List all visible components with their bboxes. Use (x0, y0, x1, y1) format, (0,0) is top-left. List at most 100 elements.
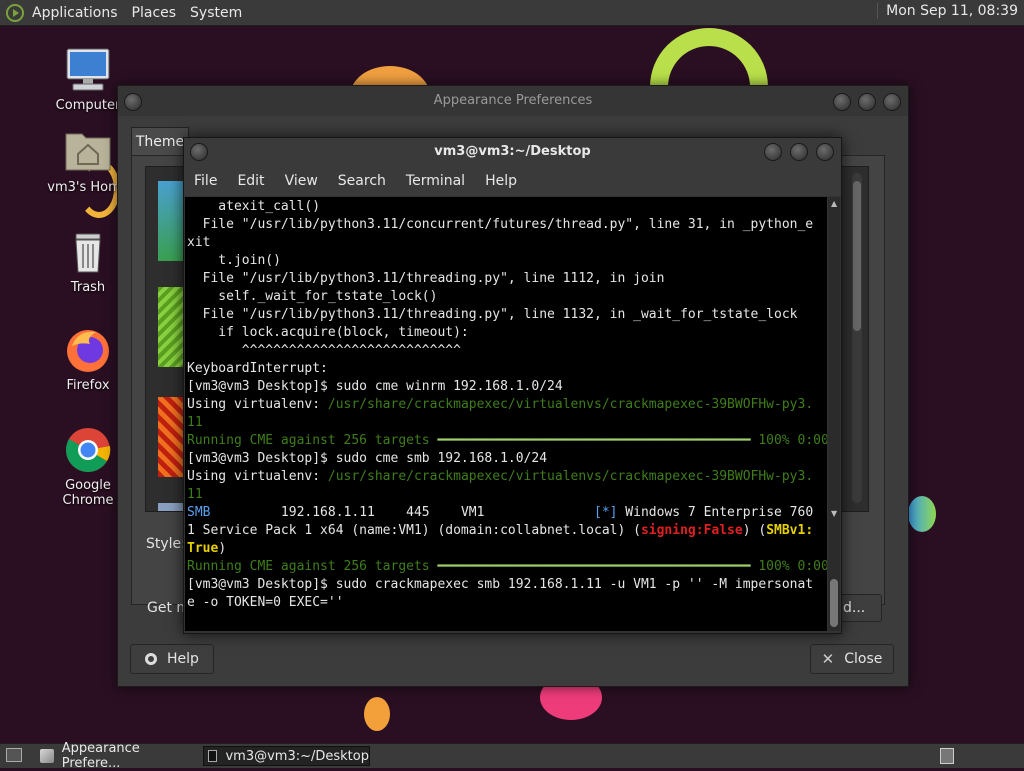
terminal-text-segment: 100% 0:00:00 (758, 433, 827, 448)
terminal-text-segment: /usr/share/crackmapexec/virtualenvs/crac… (327, 469, 814, 484)
minimize-button[interactable] (764, 143, 782, 161)
style-label: Style: (146, 536, 186, 552)
terminal-text-segment: Using virtualenv: (187, 397, 328, 412)
terminal-text-segment: SMBv1: (766, 523, 814, 538)
terminal-line: e -o TOKEN=0 EXEC='' (187, 594, 827, 612)
terminal-text-segment: Running CME against 256 targets (187, 559, 438, 574)
terminal-text-segment: ) ( (742, 523, 767, 538)
terminal-output[interactable]: atexit_call() File "/usr/lib/python3.11/… (185, 197, 827, 631)
bottom-panel: Appearance Prefere... vm3@vm3:~/Desktop (0, 741, 1024, 771)
menu-file[interactable]: File (194, 173, 217, 189)
scrollbar-thumb[interactable] (830, 579, 838, 627)
terminal-app-icon (208, 750, 218, 762)
taskbar-item-label: Appearance Prefere... (61, 741, 140, 771)
workspace-switcher-icon[interactable] (940, 748, 954, 764)
close-button[interactable]: ✕ Close (810, 644, 894, 674)
menu-terminal[interactable]: Terminal (406, 173, 465, 189)
taskbar-item-terminal[interactable]: vm3@vm3:~/Desktop (203, 746, 370, 766)
terminal-text-segment: KeyboardInterrupt: (187, 361, 328, 376)
top-panel: Applications Places System Mon Sep 11, 0… (0, 0, 1024, 26)
terminal-line: 1 Service Pack 1 x64 (name:VM1) (domain:… (187, 522, 827, 540)
scroll-up-arrow-icon[interactable]: ▲ (831, 199, 837, 208)
terminal-line: if lock.acquire(block, timeout): (187, 324, 827, 342)
terminal-line: Running CME against 256 targets ━━━━━━━━… (187, 558, 827, 576)
terminal-text-segment: t.join() (187, 253, 281, 268)
window-menu-button[interactable] (124, 93, 142, 111)
maximize-button[interactable] (790, 143, 808, 161)
terminal-text-segment: 11 (187, 487, 203, 502)
terminal-text-segment: [vm3@vm3 Desktop]$ sudo crackmapexec smb… (187, 577, 814, 592)
show-desktop-icon[interactable] (6, 748, 22, 762)
terminal-line: KeyboardInterrupt: (187, 360, 827, 378)
terminal-line: File "/usr/lib/python3.11/threading.py",… (187, 306, 827, 324)
theme-list-scrollbar[interactable] (852, 173, 862, 503)
terminal-line: [vm3@vm3 Desktop]$ sudo cme winrm 192.16… (187, 378, 827, 396)
terminal-line: 11 (187, 486, 827, 504)
terminal-scrollbar[interactable]: ▲ ▼ (828, 197, 840, 631)
scrollbar-thumb[interactable] (853, 181, 861, 331)
theme-thumbnail[interactable] (158, 503, 184, 511)
terminal-text-segment: ━━━━━━━━━━━━━━━━━━━━━━━━━━━━━━━━━━━━━━━━ (437, 559, 759, 574)
taskbar-item-appearance[interactable]: Appearance Prefere... (36, 741, 200, 771)
terminal-text-segment: 11 (187, 415, 203, 430)
theme-thumbnail[interactable] (158, 397, 184, 477)
terminal-text-segment: SMB (187, 505, 211, 520)
appearance-app-icon (40, 749, 54, 763)
theme-thumbnail[interactable] (158, 181, 184, 261)
scroll-down-arrow-icon[interactable]: ▼ (831, 509, 837, 518)
maximize-button[interactable] (858, 93, 876, 111)
close-window-button[interactable] (883, 93, 901, 111)
close-icon: ✕ (821, 650, 835, 668)
close-window-button[interactable] (816, 143, 834, 161)
terminal-text-segment: signing:False (640, 523, 743, 538)
clock[interactable]: Mon Sep 11, 08:39 (877, 3, 1018, 19)
terminal-line: t.join() (187, 252, 827, 270)
window-menu-button[interactable] (190, 143, 208, 161)
terminal-line: [vm3@vm3 Desktop]$ sudo cme smb 192.168.… (187, 450, 827, 468)
menu-view[interactable]: View (285, 173, 318, 189)
menu-help[interactable]: Help (485, 173, 517, 189)
help-button-label: Help (167, 651, 199, 667)
terminal-text-segment: atexit_call() (187, 199, 321, 214)
tab-theme[interactable]: Theme (131, 127, 189, 156)
terminal-text-segment: Running CME against 256 targets (187, 433, 438, 448)
close-button-label: Close (844, 651, 883, 667)
computer-icon (64, 46, 112, 94)
chrome-icon (64, 426, 112, 474)
terminal-text-segment: 100% 0:00:00 (758, 559, 827, 574)
terminal-text-segment: True (187, 541, 219, 556)
help-button[interactable]: Help (130, 644, 214, 674)
terminal-text-segment: ^^^^^^^^^^^^^^^^^^^^^^^^^^^^ (187, 343, 461, 358)
home-folder-icon (64, 128, 112, 176)
terminal-text-segment: Windows 7 Enterprise 760 (617, 505, 814, 520)
window-title: vm3@vm3:~/Desktop (184, 138, 841, 166)
terminal-text-segment: e -o TOKEN=0 EXEC='' (187, 595, 344, 610)
terminal-text-segment: ━━━━━━━━━━━━━━━━━━━━━━━━━━━━━━━━━━━━━━━━ (437, 433, 759, 448)
distro-logo-icon[interactable] (6, 3, 24, 22)
terminal-text-segment: File "/usr/lib/python3.11/concurrent/fut… (187, 217, 814, 232)
wallpaper-blob-blue (908, 496, 936, 532)
terminal-text-segment: [*] (594, 505, 618, 520)
terminal-line: Using virtualenv: /usr/share/crackmapexe… (187, 468, 827, 486)
terminal-text-segment: File "/usr/lib/python3.11/threading.py",… (187, 271, 665, 286)
terminal-line: Using virtualenv: /usr/share/crackmapexe… (187, 396, 827, 414)
terminal-line: [vm3@vm3 Desktop]$ sudo crackmapexec smb… (187, 576, 827, 594)
menu-applications[interactable]: Applications (32, 5, 118, 21)
menu-system[interactable]: System (190, 5, 242, 21)
wallpaper-blob-orange-small (364, 697, 390, 731)
minimize-button[interactable] (833, 93, 851, 111)
terminal-text-segment: 1 Service Pack 1 x64 (name:VM1) (domain:… (187, 523, 641, 538)
theme-thumbnail[interactable] (158, 287, 184, 367)
terminal-line: File "/usr/lib/python3.11/threading.py",… (187, 270, 827, 288)
menu-edit[interactable]: Edit (237, 173, 264, 189)
terminal-line: self._wait_for_tstate_lock() (187, 288, 827, 306)
terminal-window: vm3@vm3:~/Desktop File Edit View Search … (183, 137, 842, 634)
terminal-line: SMB 192.168.1.11 445 VM1 [*] Windows 7 E… (187, 504, 827, 522)
terminal-text-segment: self._wait_for_tstate_lock() (187, 289, 438, 304)
help-icon (145, 653, 158, 665)
menu-places[interactable]: Places (132, 5, 177, 21)
menu-search[interactable]: Search (338, 173, 386, 189)
terminal-text-segment: 192.168.1.11 445 VM1 (210, 505, 594, 520)
taskbar-item-label: vm3@vm3:~/Desktop (225, 748, 369, 764)
terminal-line: atexit_call() (187, 198, 827, 216)
